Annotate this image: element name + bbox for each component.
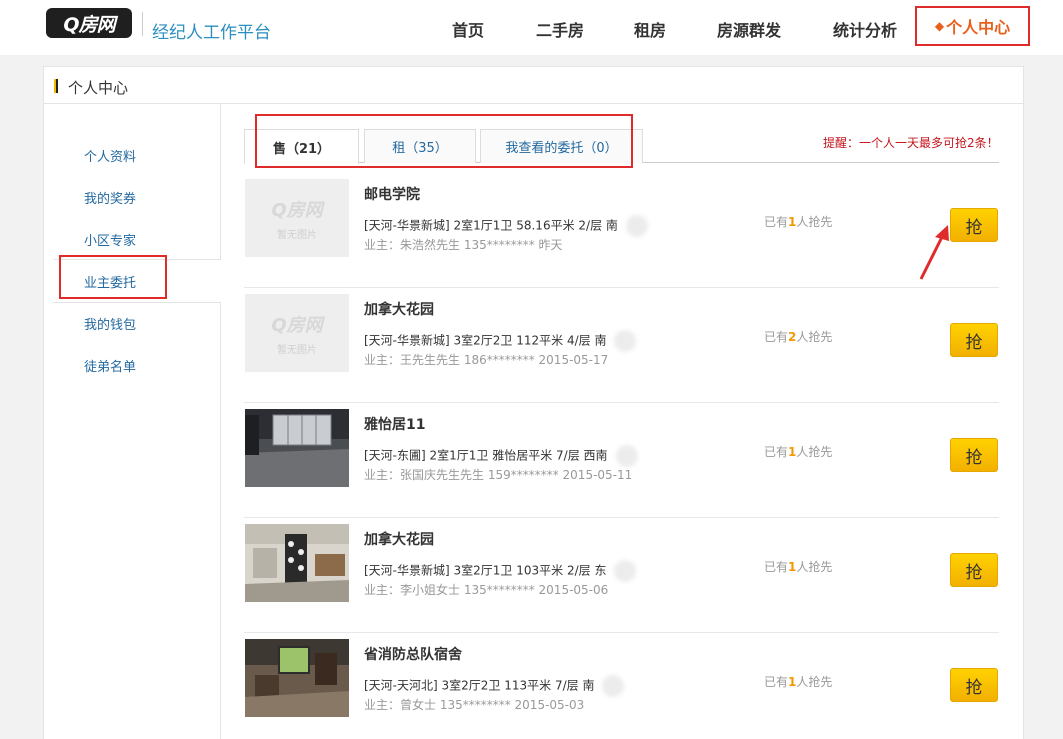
listing-row: Q房网 暂无图片 加拿大花园 [天河-华景新城] 3室2厅2卫 112平米 4/…	[244, 288, 999, 403]
nav-personal-center-label: 个人中心	[946, 18, 1011, 37]
site-logo[interactable]: Q房网	[46, 8, 132, 38]
nav-used-house[interactable]: 二手房	[536, 17, 584, 41]
listing-name[interactable]: 省消防总队宿舍	[364, 644, 462, 664]
listing-row: 加拿大花园 [天河-华景新城] 3室2厅1卫 103平米 2/层 东 业主：李小…	[244, 518, 999, 633]
logo-text: Q房网	[63, 13, 115, 36]
platform-title: 经纪人工作平台	[152, 23, 271, 43]
placeholder-text: 暂无图片	[277, 344, 317, 356]
listing-owner: 业主：曾女士 135******** 2015-05-03	[364, 698, 585, 712]
blurred-text	[602, 675, 625, 697]
listing-owner: 业主：张国庆先生先生 159******** 2015-05-11	[364, 468, 633, 482]
listing-photo[interactable]	[245, 524, 349, 602]
listing-info: [天河-华景新城] 3室2厅1卫 103平米 2/层 东	[364, 560, 637, 582]
nav-personal-center[interactable]: ◆ 个人中心	[915, 6, 1030, 46]
top-header: Q房网 经纪人工作平台 首页 二手房 租房 房源群发 统计分析 ◆ 个人中心	[0, 0, 1063, 55]
logo-divider	[142, 12, 143, 36]
listing-row: 省消防总队宿舍 [天河-天河北] 3室2厅2卫 113平米 7/层 南 业主：曾…	[244, 633, 999, 739]
annotation-arrow-icon	[919, 225, 949, 280]
placeholder-logo: Q房网	[271, 314, 323, 336]
personal-center-panel: 个人中心 个人资料 我的奖券 小区专家 业主委托 我的钱包 徒弟名单 售（21）…	[43, 66, 1024, 739]
title-bar-icon	[54, 79, 58, 93]
blurred-text	[615, 445, 638, 467]
annotation-highlight-box	[255, 114, 633, 168]
listing-owner: 业主：王先生先生 186******** 2015-05-17	[364, 353, 609, 367]
grab-button[interactable]: 抢	[950, 553, 998, 587]
listing-name[interactable]: 加拿大花园	[364, 299, 434, 319]
panel-header: 个人中心	[44, 67, 1023, 104]
listing-name[interactable]: 邮电学院	[364, 184, 420, 204]
sidebar-item-apprentices[interactable]: 徒弟名单	[84, 356, 136, 375]
grab-count: 已有1人抢先	[764, 560, 833, 574]
listing-photo[interactable]	[245, 639, 349, 717]
grab-count: 已有1人抢先	[764, 675, 833, 689]
room-photo	[245, 524, 349, 602]
sidebar-item-coupons[interactable]: 我的奖券	[84, 188, 136, 207]
listing-owner: 业主：李小姐女士 135******** 2015-05-06	[364, 583, 609, 597]
grab-count: 已有2人抢先	[764, 330, 833, 344]
sidebar-item-wallet[interactable]: 我的钱包	[84, 314, 136, 333]
grab-button[interactable]: 抢	[950, 208, 998, 242]
sidebar: 个人资料 我的奖券 小区专家 业主委托 我的钱包 徒弟名单	[44, 104, 221, 739]
nav-listing-publish[interactable]: 房源群发	[717, 17, 781, 41]
listing-info: [天河-东圃] 2室1厅1卫 雅怡居平米 7/层 西南	[364, 445, 638, 467]
listing-info: [天河-华景新城] 2室1厅1卫 58.16平米 2/层 南	[364, 215, 648, 237]
blurred-text	[614, 330, 637, 352]
nav-home[interactable]: 首页	[452, 17, 484, 41]
annotation-highlight-box	[59, 255, 167, 299]
listing-name[interactable]: 加拿大花园	[364, 529, 434, 549]
no-image-placeholder: Q房网 暂无图片	[245, 294, 349, 372]
grab-count: 已有1人抢先	[764, 215, 833, 229]
grab-button[interactable]: 抢	[950, 323, 998, 357]
grab-count: 已有1人抢先	[764, 445, 833, 459]
placeholder-logo: Q房网	[271, 199, 323, 221]
listing-row: 雅怡居11 [天河-东圃] 2室1厅1卫 雅怡居平米 7/层 西南 业主：张国庆…	[244, 403, 999, 518]
listing-info: [天河-华景新城] 3室2厅2卫 112平米 4/层 南	[364, 330, 637, 352]
placeholder-text: 暂无图片	[277, 229, 317, 241]
reminder-text: 提醒：一个人一天最多可抢2条！	[823, 136, 999, 150]
nav-rent[interactable]: 租房	[634, 17, 666, 41]
listing-owner: 业主：朱浩然先生 135******** 昨天	[364, 238, 563, 252]
listing-info: [天河-天河北] 3室2厅2卫 113平米 7/层 南	[364, 675, 625, 697]
sidebar-item-profile[interactable]: 个人资料	[84, 146, 136, 165]
diamond-icon: ◆	[934, 19, 945, 33]
room-photo	[245, 639, 349, 717]
sidebar-item-community-expert[interactable]: 小区专家	[84, 230, 136, 249]
no-image-placeholder: Q房网 暂无图片	[245, 179, 349, 257]
listing-photo[interactable]	[245, 409, 349, 487]
panel-title: 个人中心	[68, 79, 129, 97]
room-photo	[245, 409, 349, 487]
blurred-text	[614, 560, 637, 582]
listing-name[interactable]: 雅怡居11	[364, 414, 425, 434]
nav-statistics[interactable]: 统计分析	[833, 17, 897, 41]
grab-button[interactable]: 抢	[950, 438, 998, 472]
grab-button[interactable]: 抢	[950, 668, 998, 702]
blurred-text	[625, 215, 648, 237]
